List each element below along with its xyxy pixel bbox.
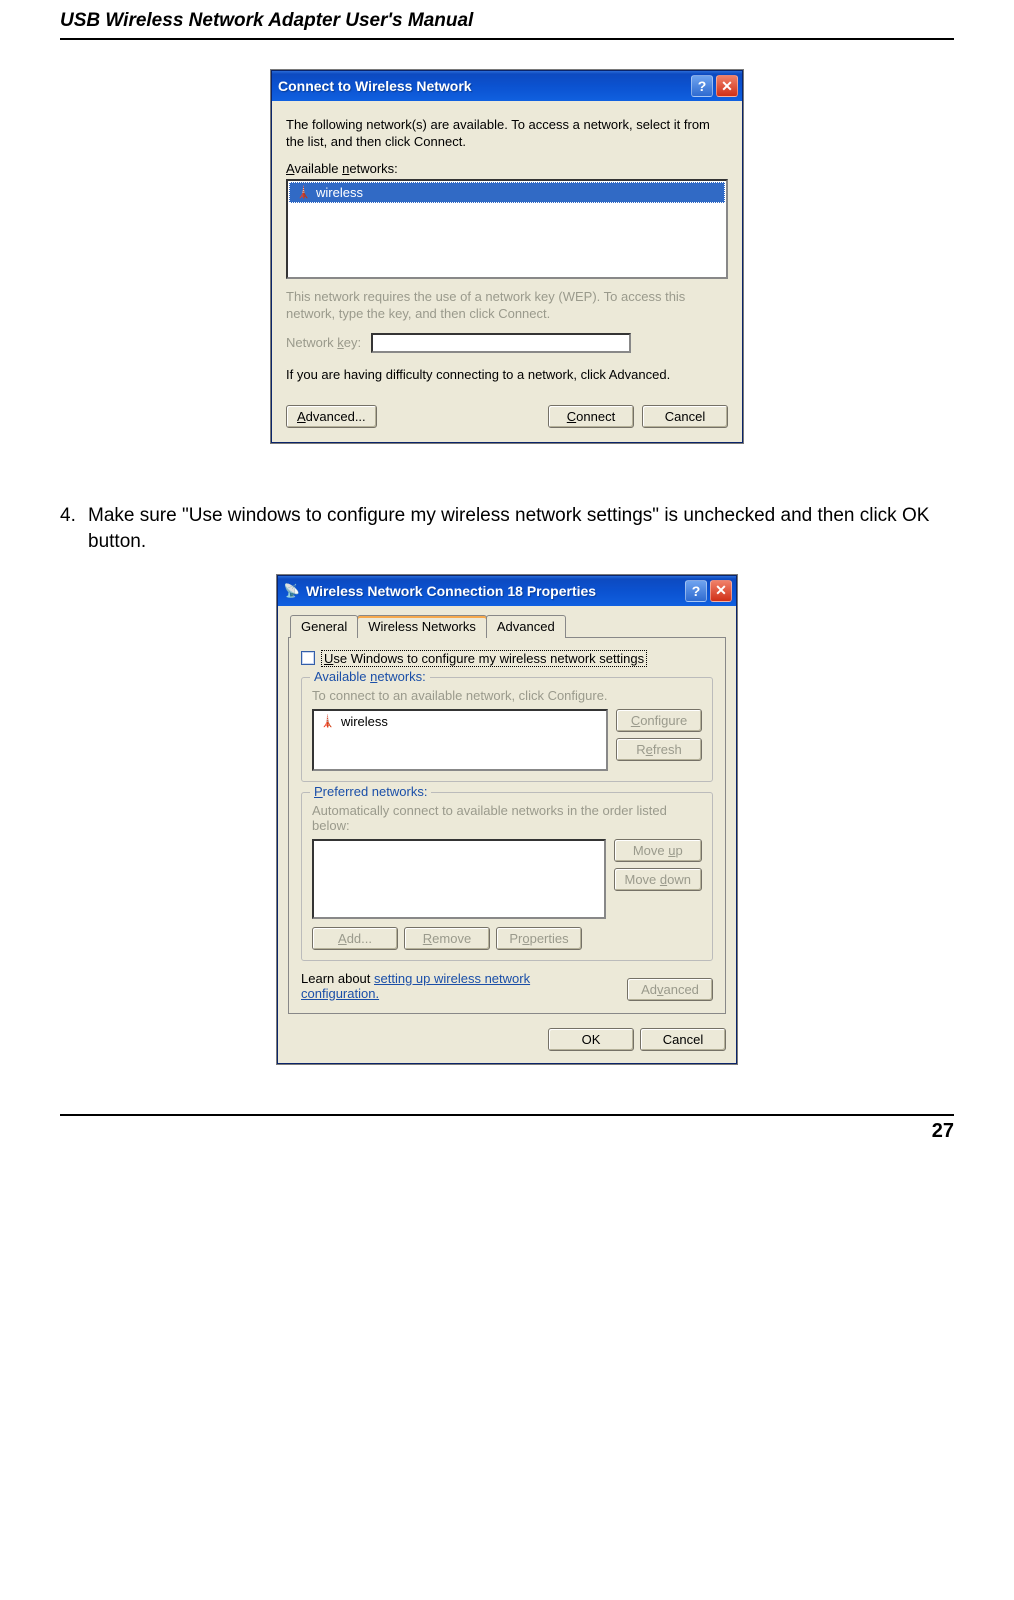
connect-dialog-title: Connect to Wireless Network	[278, 78, 685, 94]
learn-text: Learn about setting up wireless network …	[301, 971, 551, 1001]
network-icon: 🗼	[320, 714, 335, 728]
connect-button[interactable]: Connect	[548, 405, 634, 428]
properties-dialog: 📡 Wireless Network Connection 18 Propert…	[277, 575, 737, 1064]
close-icon[interactable]: ✕	[710, 580, 732, 602]
properties-title: Wireless Network Connection 18 Propertie…	[306, 583, 679, 599]
network-list-item[interactable]: 🗼 wireless	[289, 182, 725, 203]
preferred-hint: Automatically connect to available netwo…	[312, 803, 702, 833]
connect-dialog-titlebar: Connect to Wireless Network ? ✕	[272, 71, 742, 101]
network-key-row: Network key:	[286, 333, 728, 353]
tabs: General Wireless Networks Advanced	[288, 615, 726, 638]
advanced-button[interactable]: Advanced...	[286, 405, 377, 428]
page-header-text: USB Wireless Network Adapter User's Manu…	[60, 10, 473, 31]
available-listbox[interactable]: 🗼 wireless	[312, 709, 608, 771]
available-networks-label: Available networks:	[286, 161, 728, 176]
tab-wireless-networks[interactable]: Wireless Networks	[357, 615, 487, 638]
close-icon[interactable]: ✕	[716, 75, 738, 97]
step-text: Make sure "Use windows to configure my w…	[88, 503, 954, 554]
preferred-buttons: Add... Remove Properties	[312, 927, 702, 950]
titlebar-buttons-2: ? ✕	[685, 580, 732, 602]
properties-titlebar: 📡 Wireless Network Connection 18 Propert…	[278, 576, 736, 606]
tab-general[interactable]: General	[290, 615, 358, 638]
tab-panel: Use Windows to configure my wireless net…	[288, 637, 726, 1014]
preferred-networks-group: Preferred networks: Automatically connec…	[301, 792, 713, 961]
step-number: 4.	[60, 503, 88, 554]
tab-advanced[interactable]: Advanced	[486, 615, 566, 638]
preferred-row: Move up Move down	[312, 839, 702, 919]
preferred-networks-title: Preferred networks:	[310, 784, 431, 799]
page-footer: 27	[60, 1114, 954, 1143]
use-windows-checkbox-label: Use Windows to configure my wireless net…	[321, 650, 647, 667]
network-key-label: Network key:	[286, 335, 361, 350]
network-item-label: wireless	[316, 185, 363, 200]
properties-body: General Wireless Networks Advanced Use W…	[278, 606, 736, 1063]
cancel-button[interactable]: Cancel	[640, 1028, 726, 1051]
properties-dialog-buttons: OK Cancel	[288, 1028, 726, 1051]
add-button[interactable]: Add...	[312, 927, 398, 950]
page-number: 27	[932, 1120, 954, 1142]
checkbox-icon[interactable]	[301, 651, 315, 665]
refresh-button[interactable]: Refresh	[616, 738, 702, 761]
available-hint: To connect to an available network, clic…	[312, 688, 702, 703]
cancel-button[interactable]: Cancel	[642, 405, 728, 428]
connect-intro-text: The following network(s) are available. …	[286, 117, 728, 151]
ok-button[interactable]: OK	[548, 1028, 634, 1051]
learn-row: Learn about setting up wireless network …	[301, 971, 713, 1001]
move-down-button[interactable]: Move down	[614, 868, 703, 891]
list-item[interactable]: 🗼 wireless	[316, 713, 604, 730]
available-networks-title: Available networks:	[310, 669, 430, 684]
titlebar-buttons: ? ✕	[691, 75, 738, 97]
preferred-listbox[interactable]	[312, 839, 606, 919]
available-networks-group: Available networks: To connect to an ava…	[301, 677, 713, 782]
connect-dialog-body: The following network(s) are available. …	[272, 101, 742, 442]
preferred-right: Move up Move down	[614, 839, 703, 891]
difficulty-text: If you are having difficulty connecting …	[286, 367, 728, 384]
move-up-button[interactable]: Move up	[614, 839, 703, 862]
learn-prefix: Learn about	[301, 971, 374, 986]
connect-dialog-buttons: Advanced... Connect Cancel	[286, 405, 728, 428]
help-icon[interactable]: ?	[691, 75, 713, 97]
use-windows-checkbox-row[interactable]: Use Windows to configure my wireless net…	[301, 650, 713, 667]
network-icon: 🗼	[296, 185, 310, 199]
advanced-settings-button[interactable]: Advanced	[627, 978, 713, 1001]
wep-note: This network requires the use of a netwo…	[286, 289, 728, 323]
preferred-left	[312, 839, 606, 919]
wireless-icon: 📡	[284, 583, 300, 599]
instruction-step: 4. Make sure "Use windows to configure m…	[60, 503, 954, 554]
remove-button[interactable]: Remove	[404, 927, 490, 950]
network-item-label: wireless	[341, 714, 388, 729]
properties-button[interactable]: Properties	[496, 927, 582, 950]
help-icon[interactable]: ?	[685, 580, 707, 602]
available-networks-listbox[interactable]: 🗼 wireless	[286, 179, 728, 279]
network-key-input[interactable]	[371, 333, 631, 353]
page-header: USB Wireless Network Adapter User's Manu…	[60, 10, 954, 40]
configure-button[interactable]: Configure	[616, 709, 702, 732]
connect-dialog: Connect to Wireless Network ? ✕ The foll…	[271, 70, 743, 443]
